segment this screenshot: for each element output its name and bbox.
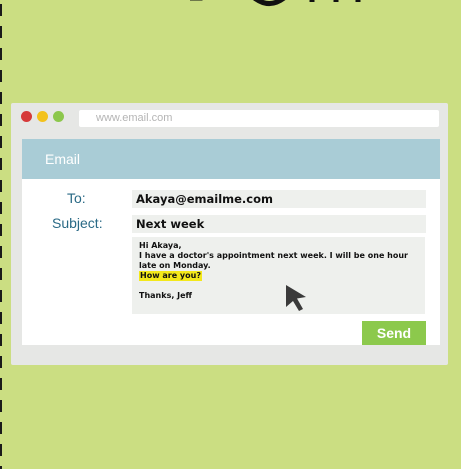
dashed-rule [0,0,4,469]
cropped-heading-letters [190,0,361,6]
browser-titlebar: www.email.com [11,103,448,133]
to-label: To: [67,190,86,206]
browser-window: www.email.com Email To: Akaya@emailme.co… [11,103,448,365]
mouse-pointer-icon [286,285,306,311]
body-greeting: Hi Akaya, [139,241,182,250]
yellow-dot-icon[interactable] [37,111,48,122]
subject-field[interactable]: Next week [132,215,426,233]
red-dot-icon[interactable] [21,111,32,122]
highlighted-text: How are you? [139,271,202,281]
message-body[interactable]: Hi Akaya, I have a doctor's appointment … [132,237,425,314]
email-panel: Email To: Akaya@emailme.com Subject: Nex… [22,139,440,345]
send-button[interactable]: Send [362,321,426,345]
url-bar[interactable]: www.email.com [79,110,439,127]
page: { "browser": { "url": "www.email.com" },… [0,0,461,469]
body-line: I have a doctor's appointment next week.… [139,251,408,270]
green-dot-icon[interactable] [53,111,64,122]
subject-label: Subject: [52,215,103,231]
to-field[interactable]: Akaya@emailme.com [132,190,426,208]
email-title: Email [45,151,81,167]
email-header: Email [22,139,440,179]
